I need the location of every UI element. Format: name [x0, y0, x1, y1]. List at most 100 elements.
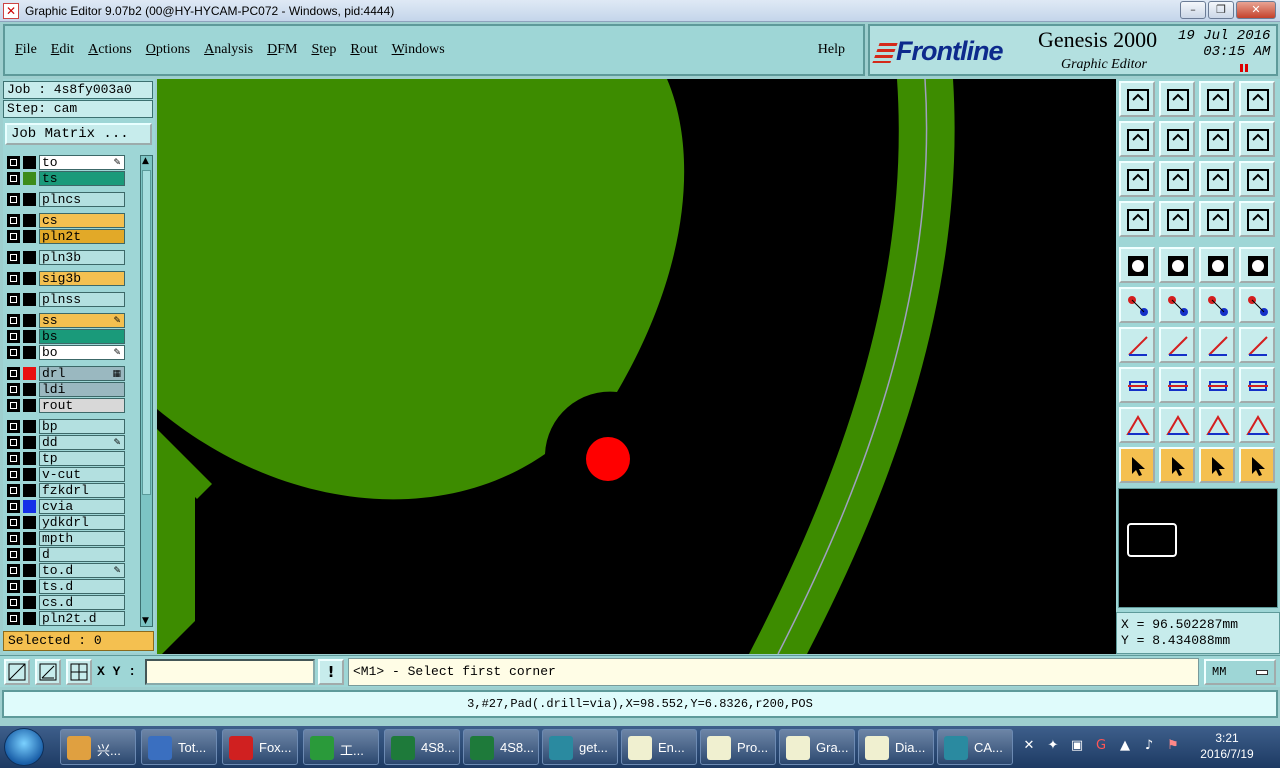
layer-name[interactable]: to.d ✎ — [39, 563, 125, 578]
layer-checkbox[interactable] — [7, 346, 20, 359]
layer-row-pln3b[interactable]: pln3b — [5, 250, 127, 265]
pad-add-button[interactable] — [1119, 367, 1155, 403]
layer-color-swatch[interactable] — [23, 251, 36, 264]
layer-name[interactable]: v-cut — [39, 467, 125, 482]
taskbar-item[interactable]: Pro... — [700, 729, 776, 765]
cursor-settings-button[interactable] — [1119, 201, 1155, 237]
taskbar-item[interactable]: 工... — [303, 729, 379, 765]
layer-checkbox[interactable] — [7, 214, 20, 227]
taskbar-item[interactable]: Fox... — [222, 729, 298, 765]
layer-row-ydkdrl[interactable]: ydkdrl — [5, 515, 127, 530]
volume-icon[interactable]: ♪ — [1142, 739, 1156, 753]
layer-row-drl[interactable]: drl ▦ — [5, 366, 127, 381]
layer-row-ts-d[interactable]: ts.d — [5, 579, 127, 594]
layer-row-rout[interactable]: rout — [5, 398, 127, 413]
layer-checkbox[interactable] — [7, 564, 20, 577]
xy-input[interactable] — [145, 659, 315, 685]
layer-color-swatch[interactable] — [23, 330, 36, 343]
clock[interactable]: 3:21 2016/7/19 — [1192, 730, 1262, 762]
layer-checkbox[interactable] — [7, 251, 20, 264]
layer-name[interactable]: fzkdrl — [39, 483, 125, 498]
select-lasso-button[interactable] — [1199, 447, 1235, 483]
shapes-button[interactable] — [1239, 367, 1275, 403]
fit-screen-button[interactable] — [1119, 161, 1155, 197]
layer-name[interactable]: pln3b — [39, 250, 125, 265]
ruler-button[interactable] — [1199, 247, 1235, 283]
layer-color-swatch[interactable] — [23, 532, 36, 545]
triangle-a-button[interactable] — [1159, 407, 1195, 443]
layer-row-mpth[interactable]: mpth — [5, 531, 127, 546]
triangle-b-button[interactable] — [1199, 407, 1235, 443]
layer-name[interactable]: mpth — [39, 531, 125, 546]
snap-points-button[interactable] — [1119, 287, 1155, 323]
layer-row-d[interactable]: d — [5, 547, 127, 562]
taskbar-item[interactable]: Dia... — [858, 729, 934, 765]
select-net-button[interactable] — [1239, 447, 1275, 483]
overview-window[interactable] — [1118, 488, 1278, 608]
dot-button[interactable] — [1239, 247, 1275, 283]
layer-row-plnss[interactable]: plnss — [5, 292, 127, 307]
grid-tool-button[interactable] — [66, 659, 92, 685]
layer-row-to[interactable]: to ✎ — [5, 155, 127, 170]
layer-color-swatch[interactable] — [23, 346, 36, 359]
arc-button[interactable] — [1199, 327, 1235, 363]
scroll-thumb[interactable] — [142, 170, 151, 495]
menu-help[interactable]: Help — [818, 42, 845, 58]
measure-tool-button[interactable] — [35, 659, 61, 685]
one-to-one-button[interactable] — [1199, 161, 1235, 197]
angle-line-button[interactable] — [1119, 327, 1155, 363]
layer-checkbox[interactable] — [7, 436, 20, 449]
net-red-alt-button[interactable] — [1239, 201, 1275, 237]
layer-color-swatch[interactable] — [23, 383, 36, 396]
layer-checkbox[interactable] — [7, 500, 20, 513]
layer-name[interactable]: dd ✎ — [39, 435, 125, 450]
layer-checkbox[interactable] — [7, 516, 20, 529]
menu-analysis[interactable]: Analysis — [204, 42, 253, 58]
layer-name[interactable]: tp — [39, 451, 125, 466]
layer-name[interactable]: drl ▦ — [39, 366, 125, 381]
vs-icon[interactable]: ✕ — [1022, 739, 1036, 753]
menu-file[interactable]: File — [15, 42, 37, 58]
layer-row-v-cut[interactable]: v-cut — [5, 467, 127, 482]
layer-row-bo[interactable]: bo ✎ — [5, 345, 127, 360]
menu-dfm[interactable]: DFM — [267, 42, 297, 58]
snap-node-button[interactable] — [1239, 287, 1275, 323]
graphic-canvas[interactable] — [157, 79, 1116, 654]
layer-checkbox[interactable] — [7, 156, 20, 169]
zoom-home-button[interactable] — [1119, 81, 1155, 117]
layer-name[interactable]: rout — [39, 398, 125, 413]
layer-checkbox[interactable] — [7, 193, 20, 206]
select-box-button[interactable] — [1159, 447, 1195, 483]
layer-row-ldi[interactable]: ldi — [5, 382, 127, 397]
antivirus-icon[interactable]: G — [1094, 739, 1108, 753]
layer-checkbox[interactable] — [7, 330, 20, 343]
layer-row-sig3b[interactable]: sig3b — [5, 271, 127, 286]
undo-button[interactable] — [1199, 121, 1235, 157]
layer-color-swatch[interactable] — [23, 468, 36, 481]
layer-name[interactable]: plnss — [39, 292, 125, 307]
layer-color-swatch[interactable] — [23, 564, 36, 577]
layer-name[interactable]: pln2t — [39, 229, 125, 244]
layer-name[interactable]: ss ✎ — [39, 313, 125, 328]
layer-name[interactable]: d — [39, 547, 125, 562]
layer-checkbox[interactable] — [7, 420, 20, 433]
layer-name[interactable]: cs.d — [39, 595, 125, 610]
start-button[interactable] — [4, 728, 44, 766]
fit-profile-button[interactable] — [1159, 161, 1195, 197]
layer-name[interactable]: cvia — [39, 499, 125, 514]
frame-button[interactable] — [1239, 81, 1275, 117]
layer-name[interactable]: to ✎ — [39, 155, 125, 170]
redo-button[interactable] — [1239, 121, 1275, 157]
layer-name[interactable]: sig3b — [39, 271, 125, 286]
layer-name[interactable]: ydkdrl — [39, 515, 125, 530]
layer-name[interactable]: bo ✎ — [39, 345, 125, 360]
layer-color-swatch[interactable] — [23, 156, 36, 169]
triangle-c-button[interactable] — [1239, 407, 1275, 443]
mirror-button[interactable] — [1239, 327, 1275, 363]
layer-row-dd[interactable]: dd ✎ — [5, 435, 127, 450]
layer-color-swatch[interactable] — [23, 272, 36, 285]
layer-checkbox[interactable] — [7, 293, 20, 306]
line-add-button[interactable] — [1159, 367, 1195, 403]
layer-checkbox[interactable] — [7, 383, 20, 396]
layer-row-pln2t[interactable]: pln2t — [5, 229, 127, 244]
